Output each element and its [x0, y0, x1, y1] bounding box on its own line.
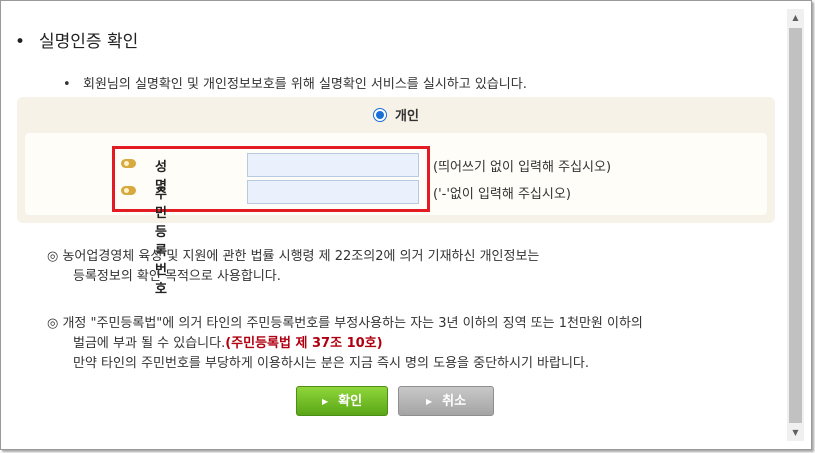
name-input[interactable] — [247, 153, 419, 177]
rrn-input[interactable] — [247, 180, 419, 204]
legal-warning: ◎ 개정 "주민등록법"에 의거 타인의 주민등록번호를 부정사용하는 자는 3… — [47, 314, 643, 374]
scroll-down-arrow-icon[interactable]: ▼ — [787, 424, 804, 441]
personal-radio-label[interactable]: 개인 — [395, 109, 419, 124]
cancel-button[interactable]: ▶ 취소 — [398, 386, 494, 416]
legal-warning-line1: ◎ 개정 "주민등록법"에 의거 타인의 주민등록번호를 부정사용하는 자는 3… — [47, 316, 643, 331]
rrn-hint: ('-'없이 입력해 주십시오) — [433, 187, 571, 202]
bullet-tag-icon — [121, 186, 136, 195]
play-arrow-icon: ▶ — [425, 397, 433, 406]
cancel-button-label: 취소 — [442, 394, 467, 409]
personal-radio-row[interactable]: 개인 — [17, 105, 775, 124]
page-title-text: 실명인증 확인 — [39, 32, 139, 52]
personal-radio-button[interactable] — [373, 108, 388, 122]
play-arrow-icon: ▶ — [321, 397, 329, 406]
intro-text: • 회원님의 실명확인 및 개인정보보호를 위해 실명확인 서비스를 실시하고 있… — [63, 77, 527, 92]
law-reference: (주민등록법 제 37조 10호) — [225, 336, 383, 351]
legal-warning-line2: 벌금에 부과 될 수 있습니다.(주민등록법 제 37조 10호) — [47, 334, 643, 354]
privacy-notice-line2: 등록정보의 확인 목적으로 사용합니다. — [73, 269, 281, 284]
confirm-button[interactable]: ▶ 확인 — [296, 386, 388, 416]
page-title: • 실명인증 확인 — [15, 32, 139, 52]
confirm-button-label: 확인 — [338, 394, 363, 409]
input-highlight-box: 성 명 주민등록번호 — [112, 146, 430, 297]
name-hint: (띄어쓰기 없이 입력해 주십시오) — [433, 160, 612, 175]
legal-warning-line3: 만약 타인의 주민번호를 부당하게 이용하시는 분은 지금 즉시 명의 도용을 … — [73, 356, 590, 371]
scroll-up-arrow-icon[interactable]: ▲ — [787, 9, 804, 26]
scrollbar-thumb[interactable] — [789, 28, 802, 423]
privacy-notice: ◎ 농어업경영체 육성 및 지원에 관한 법률 시행령 제 22조의2에 의거 … — [47, 247, 539, 287]
dialog-content: • 실명인증 확인 • 회원님의 실명확인 및 개인정보보호를 위해 실명확인 서비… — [1, 1, 787, 449]
privacy-notice-line1: ◎ 농어업경영체 육성 및 지원에 관한 법률 시행령 제 22조의2에 의거 … — [47, 249, 540, 264]
legal-warning-penalty: 벌금에 부과 될 수 있습니다. — [73, 336, 226, 351]
dialog-frame: • 실명인증 확인 • 회원님의 실명확인 및 개인정보보호를 위해 실명확인 서비… — [0, 0, 812, 450]
bullet-tag-icon — [121, 159, 136, 168]
intro-text-label: 회원님의 실명확인 및 개인정보보호를 위해 실명확인 서비스를 실시하고 있습… — [83, 77, 527, 92]
vertical-scrollbar[interactable]: ▲ ▼ — [787, 9, 804, 441]
